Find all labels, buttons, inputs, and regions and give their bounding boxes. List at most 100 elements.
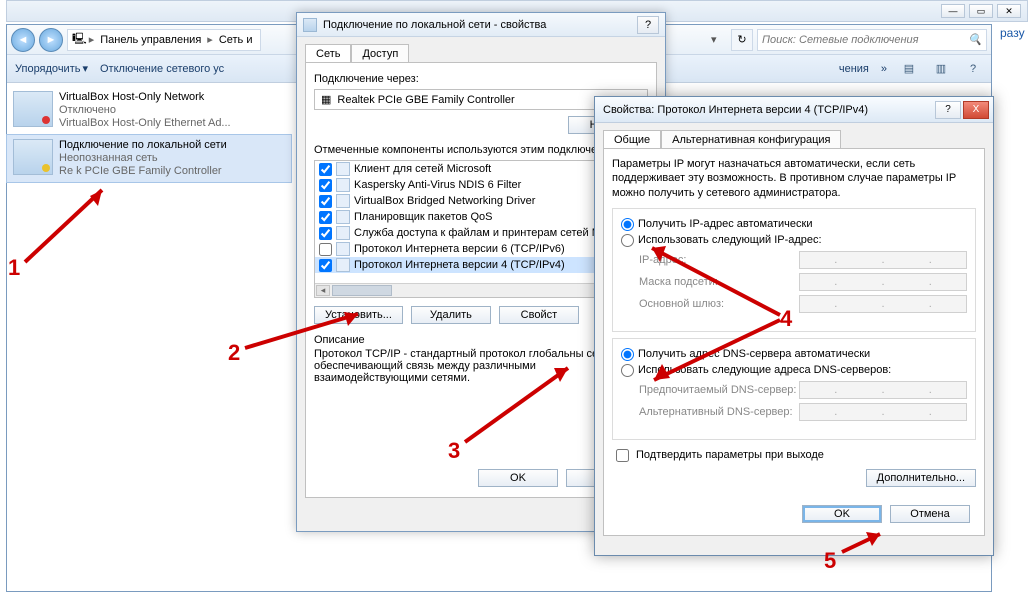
close-button[interactable]: X: [963, 101, 989, 119]
view-options-button[interactable]: ▤: [899, 59, 919, 79]
adapter-item[interactable]: VirtualBox Host-Only Network Отключено V…: [7, 87, 291, 135]
label: Протокол Интернета версии 6 (TCP/IPv6): [354, 243, 565, 255]
remove-button[interactable]: Удалить: [411, 306, 491, 324]
minimize-icon[interactable]: —: [941, 4, 965, 18]
diagnose-button[interactable]: чения: [839, 63, 869, 75]
help-button[interactable]: ?: [963, 59, 983, 79]
tab-strip: Общие Альтернативная конфигурация: [595, 123, 993, 148]
radio-auto-dns[interactable]: Получить адрес DNS-сервера автоматически: [621, 348, 967, 361]
network-adapter-icon: [13, 139, 53, 175]
label: Клиент для сетей Microsoft: [354, 163, 491, 175]
label: Kaspersky Anti-Virus NDIS 6 Filter: [354, 179, 521, 191]
overflow-chevrons[interactable]: »: [881, 63, 887, 75]
tab-access[interactable]: Доступ: [351, 44, 409, 63]
adapter-item-selected[interactable]: Подключение по локальной сети Неопознанн…: [6, 134, 292, 184]
label: Планировщик пакетов QoS: [354, 211, 493, 223]
computer-icon: 🖳: [72, 30, 87, 49]
label: Отключение сетевого ус: [100, 63, 224, 75]
component-icon: [336, 162, 350, 176]
component-icon: [336, 194, 350, 208]
radio[interactable]: [621, 348, 634, 361]
disable-device-button[interactable]: Отключение сетевого ус: [100, 63, 224, 75]
adapter-status: Отключено: [59, 104, 231, 117]
nic-icon: ▦: [321, 93, 331, 106]
subnet-mask-label: Маска подсети:: [639, 276, 799, 288]
checkbox[interactable]: [319, 243, 332, 256]
checkbox[interactable]: [319, 195, 332, 208]
radio-manual-ip[interactable]: Использовать следующий IP-адрес:: [621, 234, 967, 247]
label: Получить IP-адрес автоматически: [638, 218, 812, 230]
dns1-label: Предпочитаемый DNS-сервер:: [639, 384, 799, 396]
preview-pane-button[interactable]: ▥: [931, 59, 951, 79]
tab-strip: Сеть Доступ: [297, 37, 665, 62]
dialog-title: Подключение по локальной сети - свойства: [323, 19, 546, 31]
label: Служба доступа к файлам и принтерам сете…: [354, 227, 601, 239]
dialog-title: Свойства: Протокол Интернета версии 4 (T…: [603, 104, 868, 116]
advanced-button[interactable]: Дополнительно...: [866, 469, 976, 487]
confirm-on-exit[interactable]: Подтвердить параметры при выходе: [612, 446, 976, 465]
tab-general[interactable]: Общие: [603, 130, 661, 149]
checkbox[interactable]: [319, 179, 332, 192]
breadcrumb[interactable]: 🖳 ▸ Панель управления ▸ Сеть и: [67, 29, 261, 51]
nav-back-button[interactable]: ◄: [11, 28, 35, 52]
tab-network[interactable]: Сеть: [305, 44, 351, 63]
adapter-status: Неопознанная сеть: [59, 152, 227, 165]
tab-alt-config[interactable]: Альтернативная конфигурация: [661, 130, 841, 149]
checkbox[interactable]: [319, 259, 332, 272]
checkbox[interactable]: [616, 449, 629, 462]
component-icon: [336, 178, 350, 192]
radio-manual-dns[interactable]: Использовать следующие адреса DNS-сервер…: [621, 364, 967, 377]
breadcrumb-seg[interactable]: Сеть и: [215, 34, 257, 46]
close-icon[interactable]: ✕: [997, 4, 1021, 18]
tab-body: Параметры IP могут назначаться автоматич…: [603, 148, 985, 536]
cropped-text: разу: [996, 22, 1034, 44]
help-button[interactable]: ?: [637, 16, 659, 34]
subnet-mask-input: ...: [799, 273, 967, 291]
ok-button[interactable]: OK: [802, 505, 882, 523]
ok-button[interactable]: OK: [478, 469, 558, 487]
ipv4-properties-dialog: Свойства: Протокол Интернета версии 4 (T…: [594, 96, 994, 556]
dialog-titlebar[interactable]: Свойства: Протокол Интернета версии 4 (T…: [595, 97, 993, 123]
radio-auto-ip[interactable]: Получить IP-адрес автоматически: [621, 218, 967, 231]
checkbox[interactable]: [319, 211, 332, 224]
properties-button[interactable]: Свойст: [499, 306, 579, 324]
install-button[interactable]: Установить...: [314, 306, 403, 324]
radio[interactable]: [621, 234, 634, 247]
network-adapter-icon: [13, 91, 53, 127]
label: Подтвердить параметры при выходе: [636, 449, 824, 461]
component-icon: [336, 210, 350, 224]
breadcrumb-seg[interactable]: Панель управления: [96, 34, 205, 46]
nav-forward-button[interactable]: ►: [39, 28, 63, 52]
adapters-list: VirtualBox Host-Only Network Отключено V…: [7, 83, 291, 591]
label: Получить адрес DNS-сервера автоматически: [638, 348, 870, 360]
radio[interactable]: [621, 218, 634, 231]
dialog-titlebar[interactable]: Подключение по локальной сети - свойства…: [297, 13, 665, 37]
ip-address-group: Получить IP-адрес автоматически Использо…: [612, 208, 976, 332]
organize-menu[interactable]: Упорядочить ▾: [15, 62, 88, 75]
refresh-button[interactable]: ↻: [731, 29, 753, 51]
adapter-name: Подключение по локальной сети: [59, 139, 227, 152]
scroll-thumb[interactable]: [332, 285, 392, 296]
label: чения: [839, 63, 869, 75]
chevron-down-icon: ▾: [82, 62, 88, 75]
scroll-left-icon[interactable]: ◂: [316, 285, 330, 296]
adapter-name: VirtualBox Host-Only Network: [59, 91, 231, 104]
label: Realtek PCIe GBE Family Controller: [337, 94, 514, 106]
label: Использовать следующий IP-адрес:: [638, 234, 822, 246]
checkbox[interactable]: [319, 227, 332, 240]
chevron-down-icon[interactable]: ▾: [711, 33, 727, 46]
adapter-device: VirtualBox Host-Only Ethernet Ad...: [59, 117, 231, 130]
cancel-button[interactable]: Отмена: [890, 505, 970, 523]
help-button[interactable]: ?: [935, 101, 961, 119]
component-icon: [336, 242, 350, 256]
search-input[interactable]: Поиск: Сетевые подключения 🔍: [757, 29, 987, 51]
radio[interactable]: [621, 364, 634, 377]
checkbox[interactable]: [319, 163, 332, 176]
maximize-icon[interactable]: ▭: [969, 4, 993, 18]
connect-through-label: Подключение через:: [314, 73, 648, 85]
chevron-right-icon: ▸: [89, 33, 95, 46]
ip-address-input: ...: [799, 251, 967, 269]
adapter-device: Re k PCIe GBE Family Controller: [59, 165, 227, 178]
dns-group: Получить адрес DNS-сервера автоматически…: [612, 338, 976, 440]
label: Протокол Интернета версии 4 (TCP/IPv4): [354, 259, 565, 271]
